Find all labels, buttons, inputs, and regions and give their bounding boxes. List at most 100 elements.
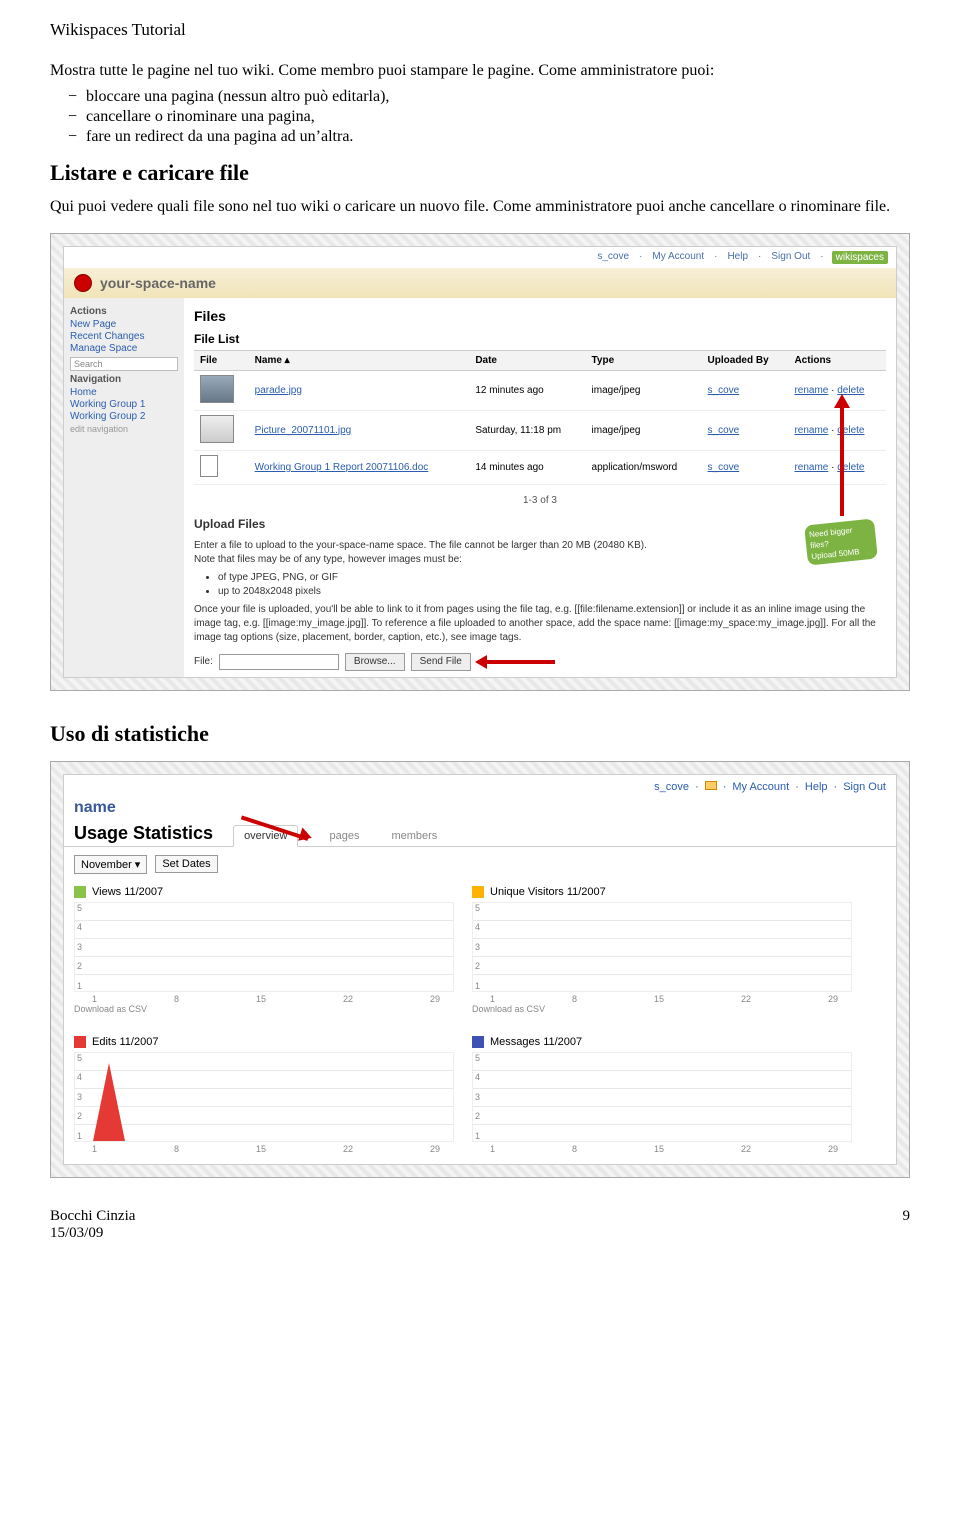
section-title-files: Listare e caricare file <box>50 160 910 186</box>
user-link[interactable]: s_cove <box>595 251 631 264</box>
space-name-fragment: name <box>64 799 896 817</box>
sidebar-newpage[interactable]: New Page <box>70 319 178 330</box>
file-table: File Name ▴ Date Type Uploaded By Action… <box>194 350 886 485</box>
file-link[interactable]: Picture_20071101.jpg <box>255 425 352 436</box>
upload-line2: Note that files may be of any type, howe… <box>194 553 886 567</box>
col-name[interactable]: Name ▴ <box>249 350 470 370</box>
chart-label: Edits 11/2007 <box>92 1036 158 1048</box>
list-item-text: cancellare o rinominare una pagina, <box>86 108 315 126</box>
pager-text: 1-3 of 3 <box>194 491 886 510</box>
annotation-arrowhead-icon <box>834 394 850 408</box>
chart-icon <box>74 886 86 898</box>
table-row: parade.jpg 12 minutes ago image/jpeg s_c… <box>194 370 886 410</box>
sidebar-wg1[interactable]: Working Group 1 <box>70 399 178 410</box>
annotation-arrow-icon <box>485 660 555 664</box>
file-list-heading: File List <box>194 332 886 346</box>
views-chart: 54321 <box>74 902 454 992</box>
stats-title: Usage Statistics <box>74 823 213 844</box>
dash-icon: − <box>50 88 86 106</box>
uploader-link[interactable]: s_cove <box>708 462 740 473</box>
file-link[interactable]: parade.jpg <box>255 385 302 396</box>
sidebar-home[interactable]: Home <box>70 387 178 398</box>
col-type[interactable]: Type <box>586 350 702 370</box>
uploader-link[interactable]: s_cove <box>708 385 740 396</box>
myaccount-link[interactable]: My Account <box>650 251 706 264</box>
mail-icon[interactable] <box>705 781 717 790</box>
rename-link[interactable]: rename <box>794 385 828 396</box>
thumbnail-icon <box>200 415 234 443</box>
signout-link[interactable]: Sign Out <box>769 251 812 264</box>
browse-button[interactable]: Browse... <box>345 653 405 671</box>
help-link[interactable]: Help <box>805 781 828 793</box>
intro-list: −bloccare una pagina (nessun altro può e… <box>50 88 910 146</box>
sidebar-editnav[interactable]: edit navigation <box>70 424 178 434</box>
tab-members[interactable]: members <box>380 825 448 846</box>
dash-icon: − <box>50 128 86 146</box>
upload-line1: Enter a file to upload to the your-space… <box>194 539 886 553</box>
help-link[interactable]: Help <box>725 251 750 264</box>
signout-link[interactable]: Sign Out <box>843 781 886 793</box>
upload-bullet: up to 2048x2048 pixels <box>218 585 886 599</box>
screenshot-files: s_cove· My Account· Help· Sign Out· wiki… <box>50 233 910 691</box>
sidebar-nav-label: Navigation <box>70 374 178 385</box>
month-select[interactable]: November ▾ <box>74 855 147 874</box>
section-paragraph: Qui puoi vedere quali file sono nel tuo … <box>50 196 910 218</box>
screenshot-stats: s_cove · · My Account · Help · Sign Out … <box>50 761 910 1178</box>
footer-author: Bocchi Cinzia <box>50 1208 135 1225</box>
col-file[interactable]: File <box>194 350 249 370</box>
col-date[interactable]: Date <box>469 350 585 370</box>
upload-title: Upload Files <box>194 516 886 533</box>
chart-icon <box>74 1036 86 1048</box>
files-heading: Files <box>194 308 886 324</box>
search-input[interactable]: Search <box>70 357 178 371</box>
page-number: 9 <box>903 1208 911 1242</box>
col-uploadedby[interactable]: Uploaded By <box>702 350 789 370</box>
annotation-arrow-icon <box>840 406 844 516</box>
rename-link[interactable]: rename <box>794 425 828 436</box>
edits-peak-icon <box>93 1063 125 1141</box>
table-row: Picture_20071101.jpg Saturday, 11:18 pm … <box>194 410 886 450</box>
tab-pages[interactable]: pages <box>318 825 370 846</box>
messages-chart: 54321 <box>472 1052 852 1142</box>
chart-label: Messages 11/2007 <box>490 1036 582 1048</box>
upgrade-badge[interactable]: Need bigger files? Upload 50MB files on … <box>804 518 878 565</box>
sidebar-wg2[interactable]: Working Group 2 <box>70 411 178 422</box>
download-csv-link[interactable]: Download as CSV <box>74 1004 454 1014</box>
chart-icon <box>472 886 484 898</box>
table-row: Working Group 1 Report 20071106.doc 14 m… <box>194 450 886 484</box>
file-type: image/jpeg <box>586 370 702 410</box>
sidebar: Actions New Page Recent Changes Manage S… <box>64 298 184 677</box>
intro-paragraph: Mostra tutte le pagine nel tuo wiki. Com… <box>50 60 910 82</box>
thumbnail-icon <box>200 375 234 403</box>
sidebar-manage[interactable]: Manage Space <box>70 343 178 354</box>
chart-label: Views 11/2007 <box>92 886 163 898</box>
doc-header: Wikispaces Tutorial <box>50 20 910 40</box>
rename-link[interactable]: rename <box>794 462 828 473</box>
user-link[interactable]: s_cove <box>654 781 689 793</box>
file-date: 14 minutes ago <box>469 450 585 484</box>
file-link[interactable]: Working Group 1 Report 20071106.doc <box>255 462 429 473</box>
file-label: File: <box>194 655 213 669</box>
top-nav: s_cove· My Account· Help· Sign Out· wiki… <box>64 247 896 268</box>
file-type: application/msword <box>586 450 702 484</box>
visitors-chart: 54321 <box>472 902 852 992</box>
myaccount-link[interactable]: My Account <box>732 781 789 793</box>
section-title-stats: Uso di statistiche <box>50 721 910 747</box>
download-csv-link[interactable]: Download as CSV <box>472 1004 852 1014</box>
tab-overview[interactable]: overview <box>233 825 298 847</box>
list-item-text: bloccare una pagina (nessun altro può ed… <box>86 88 389 106</box>
upload-line3: Once your file is uploaded, you'll be ab… <box>194 603 886 645</box>
chart-label: Unique Visitors 11/2007 <box>490 886 606 898</box>
file-date: Saturday, 11:18 pm <box>469 410 585 450</box>
file-type: image/jpeg <box>586 410 702 450</box>
uploader-link[interactable]: s_cove <box>708 425 740 436</box>
dash-icon: − <box>50 108 86 126</box>
edits-chart: 54321 <box>74 1052 454 1142</box>
sidebar-recent[interactable]: Recent Changes <box>70 331 178 342</box>
chart-icon <box>472 1036 484 1048</box>
sendfile-button[interactable]: Send File <box>411 653 471 671</box>
space-name: your-space-name <box>100 275 216 291</box>
file-path-input[interactable] <box>219 654 339 670</box>
set-dates-button[interactable]: Set Dates <box>155 855 217 873</box>
logo-icon <box>74 274 92 292</box>
